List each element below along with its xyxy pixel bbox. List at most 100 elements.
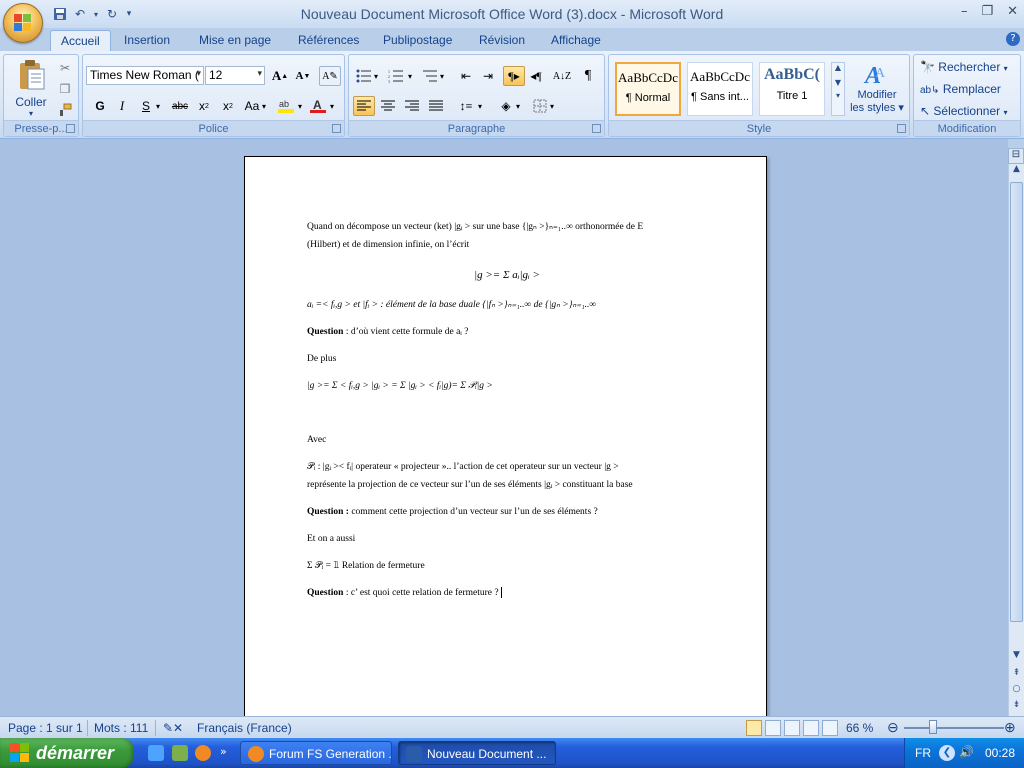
cut-icon[interactable]: ✂	[56, 59, 74, 77]
style-sans-interligne[interactable]: AaBbCcDc ¶ Sans int...	[687, 62, 753, 116]
previous-page-icon[interactable]: ⇞	[1009, 668, 1024, 682]
view-ruler-icon[interactable]: ⊟	[1008, 148, 1024, 164]
subscript-icon[interactable]: x2	[193, 96, 215, 116]
grow-font-icon[interactable]: A ▲	[269, 66, 291, 86]
font-size-select[interactable]: 12 ▾	[205, 66, 265, 85]
font-name-select[interactable]: Times New Roman (▾	[86, 66, 204, 85]
scrollbar-thumb[interactable]	[1010, 182, 1023, 622]
ltr-icon[interactable]: ¶▸	[503, 66, 525, 86]
style-normal[interactable]: AaBbCcDc ¶ Normal	[615, 62, 681, 116]
select-button[interactable]: ↖ Sélectionner ▾	[920, 104, 1007, 118]
web-layout-icon[interactable]	[784, 720, 800, 736]
browse-object-icon[interactable]: ○	[1009, 684, 1024, 698]
show-marks-icon[interactable]: ¶	[577, 66, 599, 86]
modify-styles-button[interactable]: AA Modifier les styles ▾	[849, 59, 905, 114]
clear-formatting-icon[interactable]: A✎	[319, 66, 341, 86]
chevron-down-icon[interactable]: ▼	[832, 78, 844, 87]
zoom-slider-track[interactable]	[904, 727, 1004, 729]
tab-revision[interactable]: Révision	[469, 30, 535, 52]
word-count[interactable]: Mots : 111	[94, 721, 148, 735]
paste-button[interactable]: Coller ▾	[8, 59, 54, 118]
justify-icon[interactable]	[425, 96, 447, 116]
align-right-icon[interactable]	[401, 96, 423, 116]
quicklaunch-ie-icon[interactable]	[148, 745, 164, 761]
minimize-icon[interactable]: –	[961, 4, 968, 19]
close-icon[interactable]: ✕	[1007, 4, 1018, 19]
shrink-font-icon[interactable]: A ▼	[292, 66, 314, 86]
shading-dropdown-icon[interactable]: ▾	[513, 96, 523, 116]
paragraph-launcher-icon[interactable]	[592, 124, 601, 133]
tab-publipostage[interactable]: Publipostage	[373, 30, 462, 52]
rtl-icon[interactable]: ◂¶	[525, 66, 547, 86]
highlight-icon[interactable]: ab	[275, 96, 297, 116]
page-count[interactable]: Page : 1 sur 1	[8, 721, 83, 735]
next-page-icon[interactable]: ⇟	[1009, 700, 1024, 714]
full-screen-reading-icon[interactable]	[765, 720, 781, 736]
numbering-dropdown-icon[interactable]: ▾	[405, 66, 415, 86]
document-area[interactable]: Quand on décompose un vecteur (ket) |gᵢ …	[0, 139, 1008, 716]
clipboard-launcher-icon[interactable]	[66, 124, 75, 133]
highlight-dropdown-icon[interactable]: ▾	[295, 96, 305, 116]
bold-button[interactable]: G	[89, 96, 111, 116]
increase-indent-icon[interactable]: ⇥	[477, 66, 499, 86]
zoom-out-icon[interactable]: ⊖	[887, 719, 899, 736]
styles-launcher-icon[interactable]	[897, 124, 906, 133]
draft-view-icon[interactable]	[822, 720, 838, 736]
task-word[interactable]: Nouveau Document ...	[398, 741, 556, 765]
copy-icon[interactable]: ❐	[56, 80, 74, 98]
underline-dropdown-icon[interactable]: ▾	[153, 96, 163, 116]
tab-accueil[interactable]: Accueil	[50, 30, 111, 52]
quicklaunch-app-icon[interactable]	[172, 745, 188, 761]
sort-icon[interactable]: A↓Z	[551, 66, 573, 86]
quicklaunch-firefox-icon[interactable]	[195, 745, 211, 761]
font-color-dropdown-icon[interactable]: ▾	[327, 96, 337, 116]
paste-dropdown-icon[interactable]: ▾	[29, 109, 33, 118]
back-arrow-icon[interactable]: ❮	[939, 745, 955, 761]
vertical-scrollbar[interactable]: ▲ ▼ ⇞ ○ ⇟	[1008, 164, 1024, 716]
office-button[interactable]	[3, 3, 43, 43]
borders-dropdown-icon[interactable]: ▾	[547, 96, 557, 116]
start-button[interactable]: démarrer	[0, 738, 134, 768]
align-center-icon[interactable]	[377, 96, 399, 116]
help-icon[interactable]: ?	[1006, 32, 1020, 46]
style-titre-1[interactable]: AaBbC( Titre 1	[759, 62, 825, 116]
language-bar[interactable]: FR	[915, 746, 931, 760]
gallery-more-icon[interactable]: ▾	[832, 91, 844, 100]
format-painter-icon[interactable]	[56, 101, 74, 119]
strikethrough-button[interactable]: abc	[169, 96, 191, 116]
print-layout-icon[interactable]	[746, 720, 762, 736]
tab-references[interactable]: Références	[288, 30, 369, 52]
spelling-check-icon[interactable]: ✎✕	[163, 721, 183, 735]
scroll-down-icon[interactable]: ▼	[1009, 650, 1024, 664]
bullets-dropdown-icon[interactable]: ▾	[371, 66, 381, 86]
tab-affichage[interactable]: Affichage	[541, 30, 611, 52]
zoom-in-icon[interactable]: ⊕	[1004, 719, 1016, 736]
font-launcher-icon[interactable]	[332, 124, 341, 133]
line-spacing-dropdown-icon[interactable]: ▾	[475, 96, 485, 116]
change-case-dropdown-icon[interactable]: ▾	[259, 96, 269, 116]
numbering-icon[interactable]: 123	[385, 66, 407, 86]
tab-insertion[interactable]: Insertion	[114, 30, 180, 52]
document-content[interactable]: Quand on décompose un vecteur (ket) |gᵢ …	[307, 218, 707, 611]
chevron-up-icon[interactable]: ▲	[832, 63, 844, 72]
zoom-slider-handle[interactable]	[929, 720, 937, 734]
italic-button[interactable]: I	[111, 96, 133, 116]
styles-gallery-scroll[interactable]: ▲ ▼ ▾	[831, 62, 845, 116]
document-page[interactable]: Quand on décompose un vecteur (ket) |gᵢ …	[244, 156, 767, 716]
volume-icon[interactable]: 🔊	[959, 745, 974, 759]
quicklaunch-more-icon[interactable]: »	[220, 745, 227, 758]
language-indicator[interactable]: Français (France)	[197, 721, 292, 735]
font-color-icon[interactable]: A	[307, 96, 329, 116]
zoom-level[interactable]: 66 %	[846, 721, 873, 735]
scroll-up-icon[interactable]: ▲	[1009, 164, 1024, 178]
task-firefox[interactable]: Forum FS Generation ...	[240, 741, 392, 765]
decrease-indent-icon[interactable]: ⇤	[455, 66, 477, 86]
superscript-icon[interactable]: x2	[217, 96, 239, 116]
find-button[interactable]: 🔭 Rechercher ▾	[920, 60, 1008, 74]
replace-button[interactable]: ab↳ Remplacer	[920, 82, 1001, 96]
line-spacing-icon[interactable]: ↕≡	[455, 96, 477, 116]
align-left-icon[interactable]	[353, 96, 375, 116]
multilevel-dropdown-icon[interactable]: ▾	[437, 66, 447, 86]
tab-mise-en-page[interactable]: Mise en page	[189, 30, 281, 52]
outline-view-icon[interactable]	[803, 720, 819, 736]
